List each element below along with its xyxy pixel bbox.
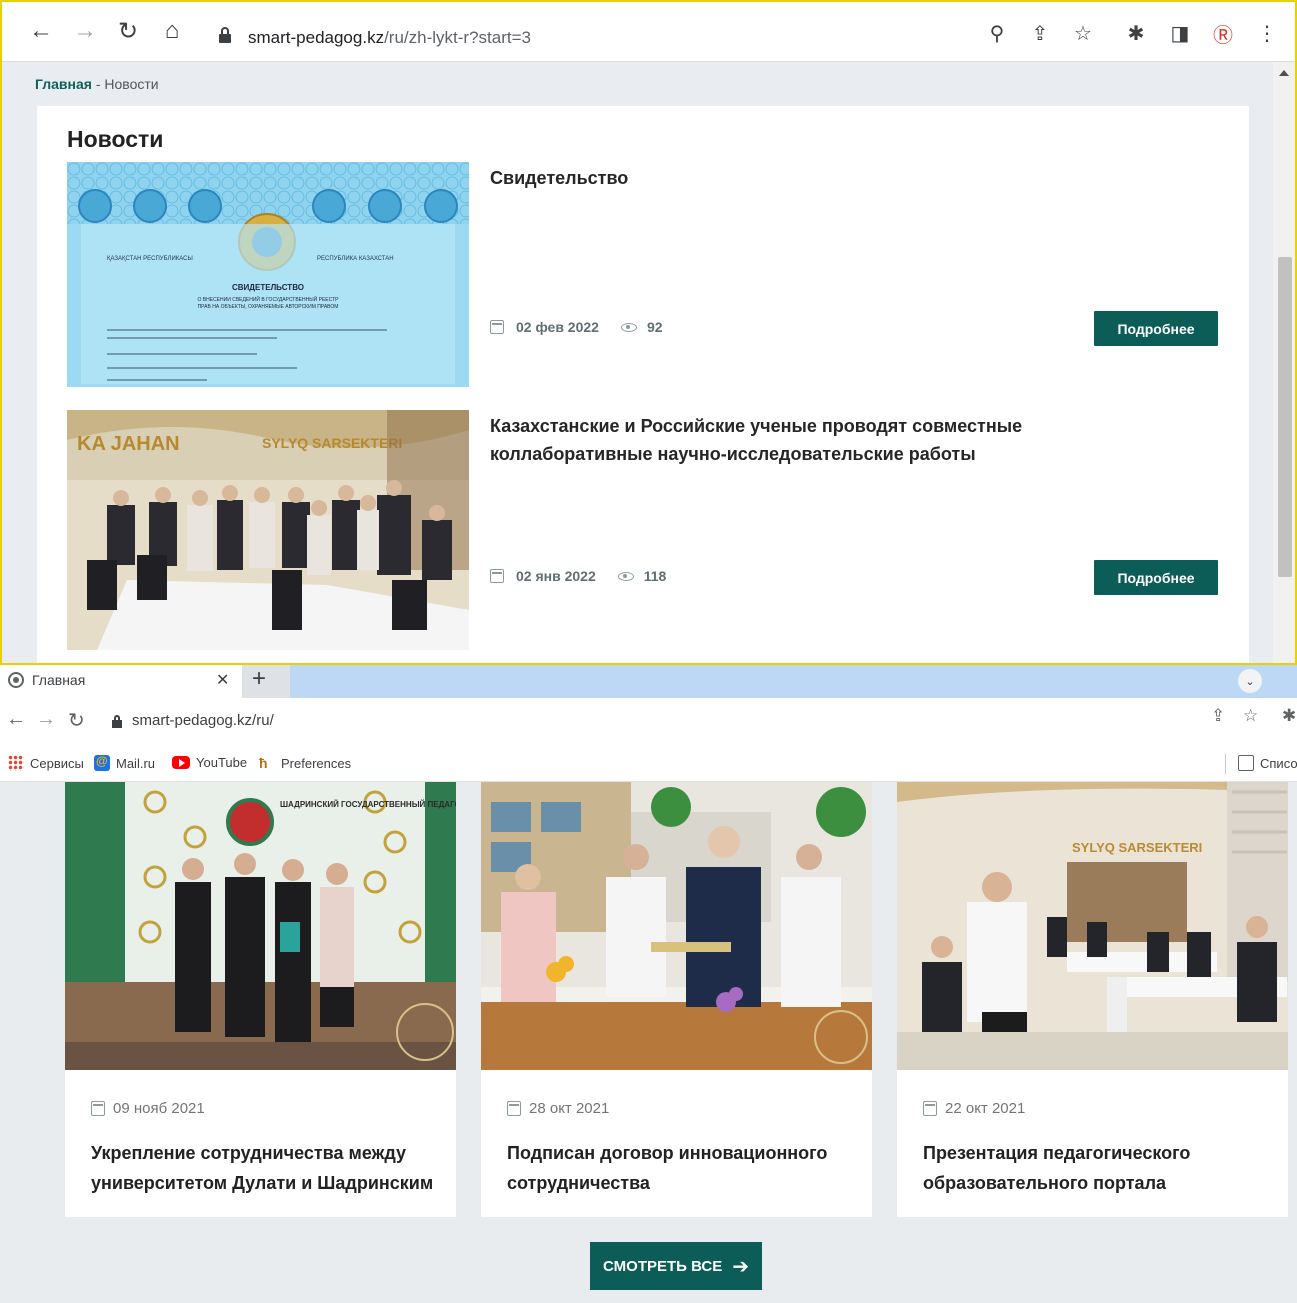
bottom-browser-window: Главная ✕ + ⌄ ← → ↻ smart-pedagog.kz/ru/… (0, 665, 1297, 1303)
news-date: 02 янв 2022 (516, 568, 596, 584)
news-item: ҚАЗАҚСТАН РЕСПУБЛИКАСЫ РЕСПУБЛИКА КАЗАХС… (67, 162, 1227, 402)
youtube-icon (172, 756, 190, 769)
share-icon[interactable]: ⇪ (1211, 706, 1225, 726)
preferences-icon: ћ (259, 755, 268, 771)
bookmarks-bar: Сервисы Mail.ru YouTube ћPreferences Спи… (0, 746, 1297, 782)
news-photo[interactable]: SYLYQ SARSEKTERI (897, 782, 1288, 1070)
forward-icon[interactable]: → (36, 708, 56, 731)
address-bar[interactable]: smart-pedagog.kz/ru/zh-lykt-r?start=3 (205, 18, 1105, 58)
lock-icon[interactable] (219, 27, 231, 43)
views-eye-icon (617, 571, 634, 581)
bookmark-star-icon[interactable]: ☆ (1070, 20, 1096, 46)
breadcrumb-home-link[interactable]: Главная (35, 76, 92, 92)
tab-title: Главная (32, 672, 86, 688)
mailru-icon (94, 754, 110, 771)
top-browser-window: ← → ↻ ⌂ smart-pedagog.kz/ru/zh-lykt-r?st… (0, 0, 1297, 665)
calendar-icon (490, 569, 504, 583)
extensions-icon[interactable]: ✱ (1282, 706, 1296, 726)
news-card[interactable]: SYLYQ SARSEKTERI 22 окт 2021 Презентация… (897, 782, 1288, 1217)
zoom-search-icon[interactable]: ⚲ (984, 20, 1010, 46)
tab-strip: Главная ✕ + ⌄ (0, 665, 1297, 698)
extensions-icon[interactable]: ✱ (1123, 20, 1149, 46)
see-all-button[interactable]: СМОТРЕТЬ ВСЕ ➔ (590, 1242, 762, 1290)
lock-icon[interactable] (112, 715, 122, 728)
reading-list-icon (1238, 755, 1254, 771)
share-icon[interactable]: ⇪ (1027, 20, 1053, 46)
svg-text:О ВНЕСЕНИИ СВЕДЕНИЙ В ГОСУДАРС: О ВНЕСЕНИИ СВЕДЕНИЙ В ГОСУДАРСТВЕННЫЙ РЕ… (198, 295, 340, 303)
browser-toolbar: ← → ↻ ⌂ smart-pedagog.kz/ru/zh-lykt-r?st… (2, 2, 1295, 62)
svg-text:SYLYQ SARSEKTERI: SYLYQ SARSEKTERI (1072, 840, 1202, 855)
read-more-button[interactable]: Подробнее (1094, 311, 1218, 346)
news-card-title[interactable]: Подписан договор инновационного сотрудни… (507, 1138, 852, 1200)
close-icon[interactable]: ✕ (216, 670, 229, 690)
tab-search-chevron-icon[interactable]: ⌄ (1238, 669, 1262, 693)
bookmark-mailru[interactable]: Mail.ru (94, 754, 155, 771)
apps-icon (8, 755, 24, 771)
news-card[interactable]: ШАДРИНСКИЙ ГОСУДАРСТВЕННЫЙ ПЕДАГОГИЧЕСКИ… (65, 782, 456, 1217)
bookmark-preferences[interactable]: ћ Preferences (259, 755, 351, 771)
extension-icon[interactable]: Ⓡ (1210, 20, 1236, 47)
menu-icon[interactable]: ⋮ (1254, 20, 1280, 46)
reload-icon[interactable]: ↻ (113, 16, 143, 46)
svg-text:СВИДЕТЕЛЬСТВО: СВИДЕТЕЛЬСТВО (232, 283, 304, 292)
back-icon[interactable]: ← (26, 16, 56, 46)
calendar-icon (91, 1101, 105, 1116)
breadcrumb-current: Новости (104, 76, 159, 92)
news-date: 02 фев 2022 (516, 319, 599, 335)
reading-list[interactable]: Списо (1238, 755, 1297, 771)
scroll-up-arrow-icon[interactable] (1279, 70, 1289, 76)
side-panel-icon[interactable]: ◨ (1167, 20, 1193, 46)
svg-text:ҚАЗАҚСТАН РЕСПУБЛИКАСЫ: ҚАЗАҚСТАН РЕСПУБЛИКАСЫ (107, 256, 193, 262)
bookmark-services[interactable]: Сервисы (8, 755, 84, 771)
new-tab-icon[interactable]: + (252, 665, 266, 693)
bookmark-youtube[interactable]: YouTube (172, 755, 247, 770)
news-photo[interactable] (481, 782, 872, 1070)
browser-toolbar: ← → ↻ smart-pedagog.kz/ru/ ⇪ ☆ ✱ (0, 698, 1297, 746)
address-bar[interactable]: smart-pedagog.kz/ru/ (98, 706, 1278, 738)
news-headline[interactable]: Свидетельство (490, 164, 1110, 192)
news-date: 28 окт 2021 (507, 1100, 609, 1117)
calendar-icon (507, 1101, 521, 1116)
news-card-title[interactable]: Укрепление сотрудничества между универси… (91, 1138, 436, 1200)
forward-icon[interactable]: → (70, 16, 100, 46)
news-date: 09 нояб 2021 (91, 1100, 205, 1117)
news-date: 22 окт 2021 (923, 1100, 1025, 1117)
bookmark-star-icon[interactable]: ☆ (1243, 706, 1258, 726)
news-item: KA JAHAN SYLYQ SARSEKTERI Казахстанские … (67, 410, 1227, 650)
news-views: 92 (646, 319, 663, 335)
home-icon[interactable]: ⌂ (157, 16, 187, 46)
svg-text:SYLYQ SARSEKTERI: SYLYQ SARSEKTERI (262, 435, 402, 451)
page-title: Новости (67, 126, 164, 152)
views-eye-icon (620, 322, 637, 332)
group-photo-image[interactable]: KA JAHAN SYLYQ SARSEKTERI (67, 410, 469, 650)
news-meta: 02 янв 2022 118 (490, 568, 666, 584)
arrow-right-icon: ➔ (732, 1255, 749, 1278)
news-card[interactable]: 28 окт 2021 Подписан договор инновационн… (481, 782, 872, 1217)
svg-text:KA JAHAN: KA JAHAN (77, 433, 180, 455)
svg-text:ПРАВ НА ОБЪЕКТЫ, ОХРАНЯЕМЫЕ АВ: ПРАВ НА ОБЪЕКТЫ, ОХРАНЯЕМЫЕ АВТОРСКИМ ПР… (198, 304, 339, 310)
news-meta: 02 фев 2022 92 (490, 319, 663, 335)
svg-text:РЕСПУБЛИКА КАЗАХСТАН: РЕСПУБЛИКА КАЗАХСТАН (317, 256, 394, 262)
calendar-icon (490, 320, 504, 334)
certificate-image[interactable]: ҚАЗАҚСТАН РЕСПУБЛИКАСЫ РЕСПУБЛИКА КАЗАХС… (67, 162, 469, 387)
scrollbar-thumb[interactable] (1278, 257, 1292, 577)
back-icon[interactable]: ← (6, 708, 26, 731)
url-text[interactable]: smart-pedagog.kz/ru/zh-lykt-r?start=3 (248, 28, 531, 48)
vertical-scrollbar[interactable] (1273, 62, 1295, 663)
breadcrumb: Главная - Новости (35, 76, 159, 92)
page-content: ШАДРИНСКИЙ ГОСУДАРСТВЕННЫЙ ПЕДАГОГИЧЕСКИ… (0, 782, 1297, 1303)
tab-home[interactable]: Главная ✕ (0, 665, 242, 698)
news-headline[interactable]: Казахстанские и Российские ученые провод… (490, 412, 1110, 468)
reload-icon[interactable]: ↻ (68, 708, 85, 733)
page-content: Главная - Новости Новости ҚАЗАҚСТАН РЕСП… (2, 62, 1274, 663)
news-views: 118 (643, 568, 667, 584)
news-card-title[interactable]: Презентация педагогического образователь… (923, 1138, 1268, 1200)
calendar-icon (923, 1101, 937, 1116)
news-list: Новости ҚАЗАҚСТАН РЕСПУБЛИКАСЫ РЕСПУБЛИК… (37, 106, 1249, 663)
url-text[interactable]: smart-pedagog.kz/ru/ (132, 712, 274, 729)
read-more-button[interactable]: Подробнее (1094, 560, 1218, 595)
svg-text:ШАДРИНСКИЙ ГОСУДАРСТВЕННЫЙ ПЕД: ШАДРИНСКИЙ ГОСУДАРСТВЕННЫЙ ПЕДАГОГИЧЕСКИ… (280, 800, 456, 809)
news-photo[interactable]: ШАДРИНСКИЙ ГОСУДАРСТВЕННЫЙ ПЕДАГОГИЧЕСКИ… (65, 782, 456, 1070)
globe-icon (8, 672, 24, 688)
